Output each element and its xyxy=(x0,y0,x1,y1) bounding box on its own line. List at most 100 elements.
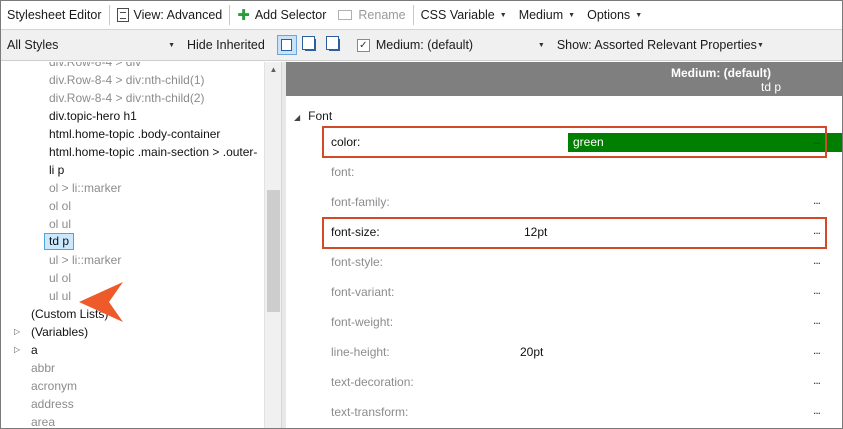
tree-item[interactable]: acronym xyxy=(31,377,77,395)
view-advanced-label: View: Advanced xyxy=(133,8,223,22)
hide-inherited-button[interactable]: Hide Inherited xyxy=(181,34,271,56)
scroll-up-icon[interactable]: ▲ xyxy=(265,62,282,78)
copy-view-icon[interactable] xyxy=(301,35,321,55)
stylesheet-editor-window: Stylesheet Editor View: Advanced ✚ Add S… xyxy=(0,0,843,429)
more-button[interactable]: ... xyxy=(813,343,821,357)
tree-item[interactable]: (Variables) xyxy=(31,323,88,341)
expand-arrow-icon[interactable]: ▷ xyxy=(14,341,20,359)
caret-down-icon: ▼ xyxy=(635,11,643,19)
more-button[interactable]: ... xyxy=(813,193,821,207)
css-variable-menu[interactable]: CSS Variable ▼ xyxy=(415,4,513,26)
toolbar-separator xyxy=(108,5,110,25)
property-name: font: xyxy=(331,165,355,179)
more-button[interactable]: ... xyxy=(813,403,821,417)
dropdown-arrow-icon: ▼ xyxy=(756,41,764,49)
tree-item-partial[interactable]: div.Row-8-4 > div xyxy=(49,62,141,71)
tree-item[interactable]: a xyxy=(31,341,38,359)
rename-icon xyxy=(338,10,353,20)
properties-filter-select[interactable]: Show: Assorted Relevant Properties ▼ xyxy=(551,34,764,56)
tree-item[interactable]: ol > li::marker xyxy=(49,179,121,197)
tree-item[interactable]: ul ol xyxy=(49,269,71,287)
add-view-icon[interactable] xyxy=(325,35,345,55)
view-mode-icons xyxy=(276,35,345,55)
caret-down-icon: ▼ xyxy=(568,11,576,19)
property-name: text-decoration: xyxy=(331,375,414,389)
medium-filter-select[interactable]: ✓ Medium: (default) ▼ xyxy=(351,34,551,56)
tree-item[interactable]: div.Row-8-4 > div:nth-child(1) xyxy=(49,71,205,89)
more-button[interactable]: ... xyxy=(813,313,821,327)
callout-arrow-icon xyxy=(79,282,123,322)
properties-header: Medium: (default) td p xyxy=(286,62,842,96)
view-advanced-button[interactable]: View: Advanced xyxy=(111,4,229,26)
expand-arrow-icon[interactable]: ▷ xyxy=(14,323,20,341)
collapse-triangle-icon[interactable]: ◢ xyxy=(294,113,300,122)
green-plus-icon: ✚ xyxy=(237,6,250,24)
editor-title: Stylesheet Editor xyxy=(7,8,102,22)
header-selector: td p xyxy=(760,80,781,94)
document-icon xyxy=(116,8,129,22)
property-name: font-variant: xyxy=(331,285,395,299)
tree-item-selected[interactable]: td p xyxy=(44,233,75,250)
main-toolbar: Stylesheet Editor View: Advanced ✚ Add S… xyxy=(1,1,842,30)
tree-item[interactable]: html.home-topic .main-section > .outer- xyxy=(49,143,257,161)
tree-item[interactable]: div.topic-hero h1 xyxy=(49,107,137,125)
tree-item[interactable]: div.Row-8-4 > div:nth-child(2) xyxy=(49,89,205,107)
medium-filter-value: Medium: (default) xyxy=(375,38,474,52)
tree-item[interactable]: li p xyxy=(49,161,64,179)
property-row-font-weight[interactable]: font-weight: ... xyxy=(331,309,831,337)
property-value[interactable]: 20pt xyxy=(520,345,543,359)
font-group-label: Font xyxy=(308,109,333,123)
property-name: text-transform: xyxy=(331,405,409,419)
property-name: font-weight: xyxy=(331,315,394,329)
rename-button[interactable]: Rename xyxy=(332,4,411,26)
property-row-font-variant[interactable]: font-variant: ... xyxy=(331,279,831,307)
styles-filter-select[interactable]: All Styles ▼ xyxy=(1,34,181,56)
toolbar-separator xyxy=(229,5,231,25)
dropdown-arrow-icon: ▼ xyxy=(168,41,175,49)
tree-item[interactable]: area xyxy=(31,413,55,428)
caret-down-icon: ▼ xyxy=(499,11,507,19)
more-button[interactable]: ... xyxy=(813,253,821,267)
options-menu[interactable]: Options ▼ xyxy=(581,4,648,26)
options-menu-label: Options xyxy=(587,8,631,22)
medium-menu-label: Medium xyxy=(518,8,564,22)
properties-filter-value: Show: Assorted Relevant Properties xyxy=(556,38,757,52)
selector-tree: div.Row-8-4 > div div.Row-8-4 > div:nth-… xyxy=(1,62,264,428)
font-group-header[interactable]: ◢ Font xyxy=(294,109,332,123)
medium-menu[interactable]: Medium ▼ xyxy=(513,4,581,26)
property-row-font[interactable]: font: xyxy=(331,159,831,187)
filter-bar: All Styles ▼ Hide Inherited ✓ Medium: (d… xyxy=(1,30,842,61)
tree-scrollbar[interactable]: ▲ xyxy=(264,62,282,428)
list-view-icon[interactable] xyxy=(276,35,297,55)
property-row-text-decoration[interactable]: text-decoration: ... xyxy=(331,369,831,397)
tree-item[interactable]: ul > li::marker xyxy=(49,251,121,269)
css-variable-label: CSS Variable xyxy=(420,8,495,22)
property-row-line-height[interactable]: line-height: 20pt ... xyxy=(331,339,831,367)
tree-item[interactable]: ul ul xyxy=(49,287,71,305)
property-name: line-height: xyxy=(331,345,390,359)
property-name: font-style: xyxy=(331,255,384,269)
property-row-font-style[interactable]: font-style: ... xyxy=(331,249,831,277)
add-selector-button[interactable]: ✚ Add Selector xyxy=(231,4,332,26)
more-button[interactable]: ... xyxy=(813,283,821,297)
checkbox-icon[interactable]: ✓ xyxy=(356,38,370,52)
header-medium: Medium: (default) xyxy=(671,66,771,80)
tree-item[interactable]: ol ol xyxy=(49,197,71,215)
tree-item[interactable]: html.home-topic .body-container xyxy=(49,125,220,143)
highlight-box-font-size xyxy=(322,217,827,249)
more-button[interactable]: ... xyxy=(813,373,821,387)
dropdown-arrow-icon: ▼ xyxy=(537,41,545,49)
highlight-box-color xyxy=(322,126,827,158)
toolbar-separator xyxy=(412,5,414,25)
tree-item[interactable]: address xyxy=(31,395,74,413)
tree-item[interactable]: ol ul xyxy=(49,215,71,233)
properties-pane: Medium: (default) td p ◢ Font color: gree… xyxy=(286,62,842,428)
property-name: font-family: xyxy=(331,195,390,209)
rename-label: Rename xyxy=(358,8,406,22)
styles-filter-value: All Styles xyxy=(7,38,59,52)
tree-item[interactable]: abbr xyxy=(31,359,55,377)
property-row-text-transform[interactable]: text-transform: ... xyxy=(331,399,831,427)
add-selector-label: Add Selector xyxy=(254,8,327,22)
scroll-thumb[interactable] xyxy=(267,190,280,312)
property-row-font-family[interactable]: font-family: ... xyxy=(331,189,831,217)
